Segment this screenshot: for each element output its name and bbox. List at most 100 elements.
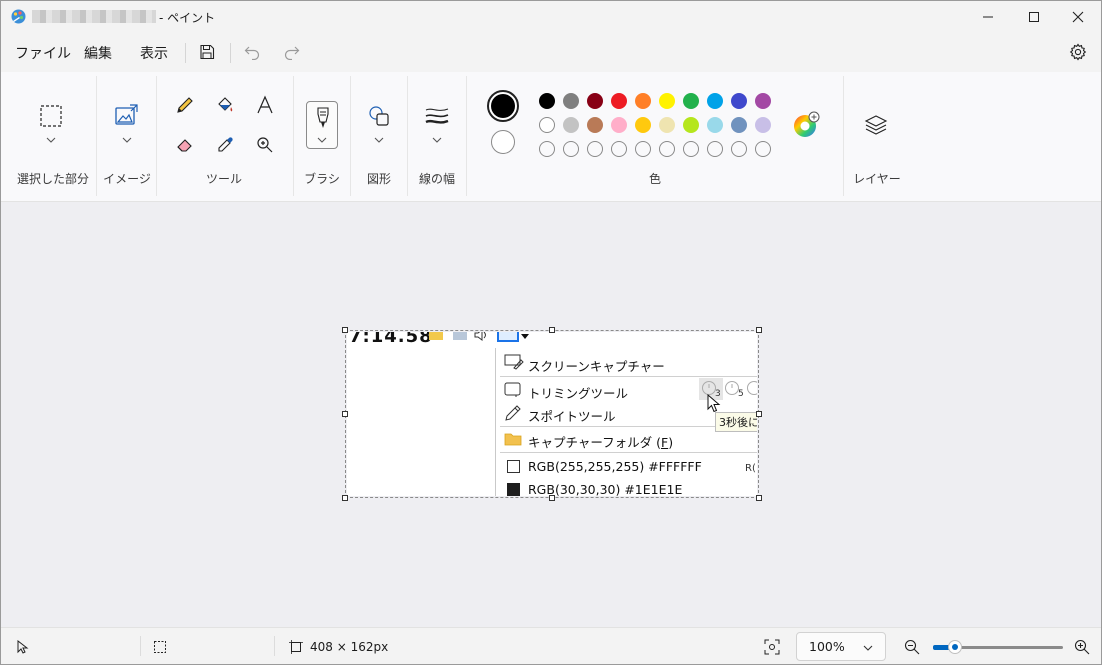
palette-swatch[interactable] bbox=[563, 93, 579, 109]
maximize-button[interactable] bbox=[1011, 1, 1057, 32]
shapes-icon bbox=[369, 106, 389, 126]
pencil-icon bbox=[177, 97, 193, 113]
custom-color-slot[interactable] bbox=[683, 141, 699, 157]
menu-file[interactable]: ファイル bbox=[15, 43, 71, 63]
close-button[interactable] bbox=[1055, 1, 1101, 32]
palette-swatch[interactable] bbox=[539, 117, 555, 133]
layers-icon bbox=[864, 115, 888, 135]
resize-handle-bottom-left[interactable] bbox=[342, 495, 348, 501]
zoom-in-icon[interactable] bbox=[1074, 639, 1090, 655]
stroke-width-icon bbox=[425, 108, 449, 124]
redo-button[interactable] bbox=[279, 40, 303, 64]
eraser-icon bbox=[177, 139, 192, 152]
menu-divider-2 bbox=[230, 43, 231, 63]
palette-swatch[interactable] bbox=[731, 93, 747, 109]
save-icon bbox=[200, 44, 215, 60]
resize-handle-top[interactable] bbox=[549, 327, 555, 333]
group-label-layers: レイヤー bbox=[853, 172, 901, 186]
brush-button[interactable] bbox=[306, 101, 338, 149]
maximize-icon bbox=[1029, 11, 1039, 22]
palette-swatch[interactable] bbox=[587, 117, 603, 133]
ribbon-toolbar: 選択した部分 イメージ ツール ブラシ 図形 線の幅 色 レイヤー bbox=[1, 72, 1101, 202]
selection-button[interactable] bbox=[36, 101, 66, 131]
shapes-chevron-down-icon[interactable] bbox=[374, 136, 384, 144]
edit-colors-icon[interactable] bbox=[793, 110, 821, 138]
fit-to-window-icon[interactable] bbox=[764, 639, 780, 655]
palette-swatch[interactable] bbox=[659, 93, 675, 109]
palette-swatch[interactable] bbox=[635, 117, 651, 133]
settings-button[interactable] bbox=[1066, 40, 1090, 64]
color-picker-tool[interactable] bbox=[210, 130, 240, 160]
secondary-color-swatch[interactable] bbox=[491, 130, 515, 154]
stroke-size-button[interactable] bbox=[422, 101, 452, 131]
palette-swatch[interactable] bbox=[731, 117, 747, 133]
magnifier-tool[interactable] bbox=[250, 130, 280, 160]
resize-handle-right[interactable] bbox=[756, 411, 762, 417]
palette-swatch[interactable] bbox=[539, 93, 555, 109]
shapes-button[interactable] bbox=[364, 101, 394, 131]
menu-bar: ファイル 編集 表示 bbox=[1, 32, 1101, 72]
palette-swatch[interactable] bbox=[683, 93, 699, 109]
zoom-slider-thumb[interactable] bbox=[948, 640, 963, 654]
custom-color-slot[interactable] bbox=[563, 141, 579, 157]
blurred-filename bbox=[32, 10, 156, 23]
window-title: - ペイント bbox=[159, 11, 216, 25]
custom-color-slot[interactable] bbox=[587, 141, 603, 157]
palette-swatch[interactable] bbox=[683, 117, 699, 133]
group-label-brush: ブラシ bbox=[304, 172, 340, 186]
palette-swatch[interactable] bbox=[587, 93, 603, 109]
layers-button[interactable] bbox=[861, 110, 891, 140]
primary-color-fill bbox=[491, 94, 515, 118]
group-label-shapes: 図形 bbox=[366, 172, 391, 186]
fill-tool[interactable] bbox=[210, 90, 240, 120]
selection-chevron-down-icon[interactable] bbox=[46, 136, 56, 144]
eyedropper-icon bbox=[218, 137, 233, 152]
image-chevron-down-icon[interactable] bbox=[122, 136, 132, 144]
resize-handle-top-right[interactable] bbox=[756, 327, 762, 333]
zoom-select[interactable]: 100% bbox=[796, 632, 886, 661]
brush-chevron-down-icon bbox=[317, 137, 327, 143]
ribbon-divider bbox=[156, 76, 157, 196]
palette-swatch[interactable] bbox=[563, 117, 579, 133]
palette-swatch[interactable] bbox=[707, 117, 723, 133]
group-label-tools: ツール bbox=[205, 172, 242, 186]
zoom-out-icon[interactable] bbox=[904, 639, 920, 655]
resize-handle-bottom-right[interactable] bbox=[756, 495, 762, 501]
text-tool[interactable] bbox=[250, 90, 280, 120]
custom-color-slot[interactable] bbox=[755, 141, 771, 157]
image-button[interactable] bbox=[111, 101, 141, 131]
resize-handle-bottom[interactable] bbox=[549, 495, 555, 501]
stroke-chevron-down-icon[interactable] bbox=[432, 136, 442, 144]
palette-swatch[interactable] bbox=[659, 117, 675, 133]
paint-window: - ペイント ファイル 編集 表示 選択した部分 イメージ ツール ブラシ 図形… bbox=[0, 0, 1102, 665]
custom-color-slot[interactable] bbox=[539, 141, 555, 157]
primary-color-swatch[interactable] bbox=[487, 90, 519, 122]
custom-color-slot[interactable] bbox=[635, 141, 651, 157]
image-resize-icon bbox=[115, 104, 138, 125]
brush-icon bbox=[317, 107, 329, 128]
canvas-size-icon bbox=[289, 640, 303, 654]
minimize-icon bbox=[983, 16, 993, 17]
menu-view[interactable]: 表示 bbox=[140, 43, 168, 63]
palette-swatch[interactable] bbox=[611, 93, 627, 109]
palette-swatch[interactable] bbox=[755, 117, 771, 133]
custom-color-slot[interactable] bbox=[659, 141, 675, 157]
undo-button[interactable] bbox=[240, 40, 264, 64]
text-icon bbox=[257, 95, 273, 114]
palette-swatch[interactable] bbox=[707, 93, 723, 109]
pencil-tool[interactable] bbox=[170, 90, 200, 120]
palette-swatch[interactable] bbox=[635, 93, 651, 109]
custom-color-slot[interactable] bbox=[707, 141, 723, 157]
menu-edit[interactable]: 編集 bbox=[84, 43, 112, 63]
resize-handle-top-left[interactable] bbox=[342, 327, 348, 333]
minimize-button[interactable] bbox=[965, 1, 1011, 32]
save-button[interactable] bbox=[195, 40, 219, 64]
eraser-tool[interactable] bbox=[170, 130, 200, 160]
custom-color-slot[interactable] bbox=[611, 141, 627, 157]
custom-color-slot[interactable] bbox=[731, 141, 747, 157]
canvas-size-text: 408 × 162px bbox=[310, 640, 389, 654]
palette-swatch[interactable] bbox=[755, 93, 771, 109]
resize-handle-left[interactable] bbox=[342, 411, 348, 417]
redo-icon bbox=[284, 46, 299, 60]
palette-swatch[interactable] bbox=[611, 117, 627, 133]
